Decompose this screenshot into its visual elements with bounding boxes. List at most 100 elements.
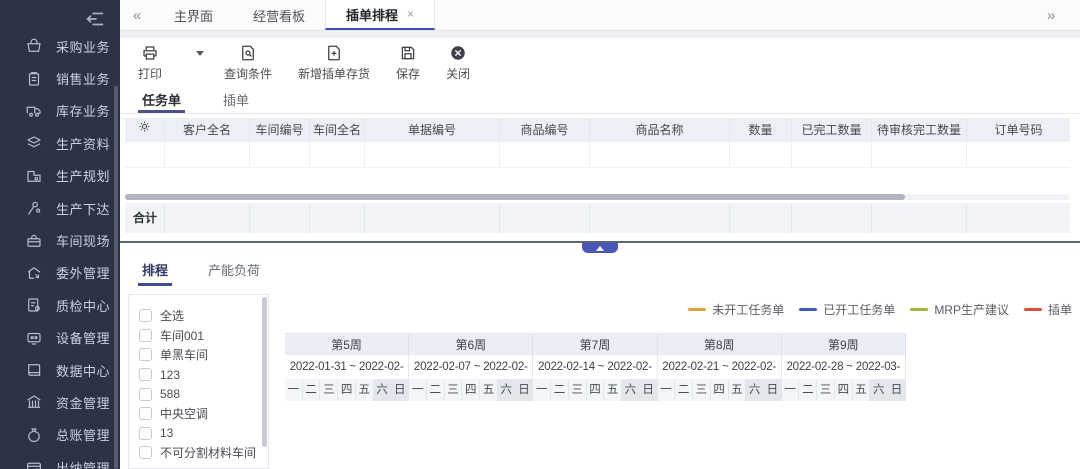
workshop-checkbox[interactable]: 中央空调 <box>139 404 268 424</box>
column-header[interactable]: 客户全名 <box>165 118 250 142</box>
weekday-cell: 日 <box>888 379 906 401</box>
sidebar-item-sales[interactable]: 销售业务 <box>0 62 120 94</box>
close-button[interactable]: 关闭 <box>446 44 470 82</box>
week-date-range: 2022-02-28 ~ 2022-03-06 <box>782 355 906 379</box>
checkbox-icon[interactable] <box>139 309 152 322</box>
tabs-scroll-right-icon[interactable]: » <box>1034 0 1068 30</box>
sidebar-item-equipment[interactable]: 设备管理 <box>0 322 120 354</box>
workshop-checkbox[interactable]: 单黑车间 <box>139 345 268 365</box>
checkbox-icon[interactable] <box>139 446 152 459</box>
add-insert-order-stock-button[interactable]: 新增插单存货 <box>298 44 370 82</box>
production-planning-icon <box>25 167 43 185</box>
filter-scrollbar[interactable] <box>262 297 267 447</box>
sidebar-item-production-planning[interactable]: 生产规划 <box>0 160 120 192</box>
grid-horizontal-scrollbar[interactable] <box>125 194 905 200</box>
sidebar-item-inventory[interactable]: 库存业务 <box>0 95 120 127</box>
print-button[interactable]: 打印 <box>138 44 162 82</box>
tab-task-orders[interactable]: 任务单 <box>138 84 185 113</box>
weekday-cell: 五 <box>853 379 871 401</box>
tabs-scroll-left-icon[interactable]: « <box>120 0 154 30</box>
gear-icon <box>137 118 152 142</box>
sidebar-item-label: 资金管理 <box>56 393 110 412</box>
weekday-cell: 一 <box>658 379 676 401</box>
sidebar-item-funds[interactable]: 资金管理 <box>0 386 120 418</box>
checkbox-icon[interactable] <box>139 427 152 440</box>
grid-horizontal-scrollbar-track <box>125 194 1070 200</box>
sidebar-item-label: 委外管理 <box>56 263 110 282</box>
sidebar-item-ledger[interactable]: 总账管理 <box>0 419 120 451</box>
sales-clipboard-icon <box>25 70 43 88</box>
column-header[interactable]: 单据编号 <box>365 118 500 142</box>
column-header[interactable]: 商品名称 <box>590 118 730 142</box>
gantt-week-row: 第5周 第6周 第7周 第8周 第9周 <box>285 333 906 355</box>
column-header[interactable]: 已完工数量 <box>792 118 872 142</box>
weekday-cell: 三 <box>320 379 338 401</box>
column-header[interactable]: 数量 <box>730 118 792 142</box>
checkbox-icon[interactable] <box>139 348 152 361</box>
tab-business-dashboard[interactable]: 经营看板 <box>233 0 325 30</box>
weekday-cell: 三 <box>569 379 587 401</box>
sidebar-item-label: 生产资料 <box>56 134 110 153</box>
production-data-layers-icon <box>25 134 43 152</box>
checkbox-icon[interactable] <box>139 388 152 401</box>
sidebar-collapse-icon[interactable] <box>84 8 106 30</box>
add-document-icon <box>325 44 343 62</box>
week-header: 第8周 <box>658 333 782 355</box>
tab-insert-order-scheduling[interactable]: 插单排程 × <box>325 0 435 30</box>
legend-item-not-started: 未开工任务单 <box>688 301 784 318</box>
funds-bank-icon <box>25 393 43 411</box>
weekday-group: 一 二 三 四 五 六 日 <box>782 379 906 401</box>
sidebar-item-data-center[interactable]: 数据中心 <box>0 354 120 386</box>
tab-insert-orders[interactable]: 插单 <box>219 84 253 113</box>
workshop-checkbox-select-all[interactable]: 全选 <box>139 306 268 326</box>
column-header[interactable]: 车间全名 <box>310 118 365 142</box>
legend-color-swatch <box>1024 308 1042 311</box>
close-circle-icon <box>449 44 467 62</box>
checkbox-icon[interactable] <box>139 407 152 420</box>
column-header[interactable]: 订单号码 <box>967 118 1070 142</box>
legend-color-swatch <box>799 308 817 311</box>
workshop-checkbox[interactable]: 13 <box>139 424 268 444</box>
toolbar: 打印 查询条件 新增插单存货 保存 关闭 <box>120 38 1080 84</box>
column-settings-button[interactable] <box>125 118 165 142</box>
weekday-cell: 二 <box>551 379 569 401</box>
sidebar-item-label: 总账管理 <box>56 425 110 444</box>
save-button[interactable]: 保存 <box>396 44 420 82</box>
sidebar-item-production-release[interactable]: 生产下达 <box>0 192 120 224</box>
column-header[interactable]: 待审核完工数量 <box>872 118 967 142</box>
task-order-grid: 客户全名 车间编号 车间全名 单据编号 商品编号 商品名称 数量 已完工数量 待… <box>125 118 1070 168</box>
splitter-collapse-handle[interactable] <box>582 243 618 253</box>
sidebar-item-procurement[interactable]: 采购业务 <box>0 30 120 62</box>
summary-label: 合计 <box>125 203 165 233</box>
sidebar-item-label: 生产下达 <box>56 199 110 218</box>
tab-schedule[interactable]: 排程 <box>138 252 172 286</box>
grid-summary-row: 合计 <box>125 203 1070 233</box>
sidebar-item-outsourcing[interactable]: 委外管理 <box>0 257 120 289</box>
weekday-cell: 五 <box>604 379 622 401</box>
legend-item-insert-order: 插单 <box>1024 301 1072 318</box>
workshop-checkbox[interactable]: 不可分割材料车间 <box>139 443 268 463</box>
weekday-cell: 日 <box>640 379 658 401</box>
checkbox-icon[interactable] <box>139 329 152 342</box>
checkbox-icon[interactable] <box>139 368 152 381</box>
sidebar-scrollbar[interactable] <box>114 86 118 469</box>
weekday-cell: 日 <box>391 379 409 401</box>
workshop-checkbox[interactable]: 车间001 <box>139 326 268 346</box>
weekday-group: 一 二 三 四 五 六 日 <box>533 379 657 401</box>
gantt-weekday-row: 一 二 三 四 五 六 日 一 二 三 四 五 六 日 <box>285 379 906 401</box>
workshop-checkbox[interactable]: 588 <box>139 384 268 404</box>
print-dropdown-caret[interactable] <box>196 51 204 56</box>
sidebar-item-cashier[interactable]: 出纳管理 <box>0 451 120 469</box>
tab-close-icon[interactable]: × <box>407 7 414 21</box>
tab-main-screen[interactable]: 主界面 <box>154 0 233 30</box>
column-header[interactable]: 车间编号 <box>250 118 310 142</box>
sidebar-item-workshop[interactable]: 车间现场 <box>0 224 120 256</box>
workshop-checkbox[interactable]: 123 <box>139 365 268 385</box>
sidebar-item-quality[interactable]: 质检中心 <box>0 289 120 321</box>
sidebar-item-production-data[interactable]: 生产资料 <box>0 127 120 159</box>
tab-capacity-load[interactable]: 产能负荷 <box>204 252 264 286</box>
app-window: 采购业务 销售业务 库存业务 生产资料 生产规划 生产下达 <box>0 0 1080 469</box>
column-header[interactable]: 商品编号 <box>500 118 590 142</box>
grid-empty-row <box>125 142 1070 168</box>
query-conditions-button[interactable]: 查询条件 <box>224 44 272 82</box>
